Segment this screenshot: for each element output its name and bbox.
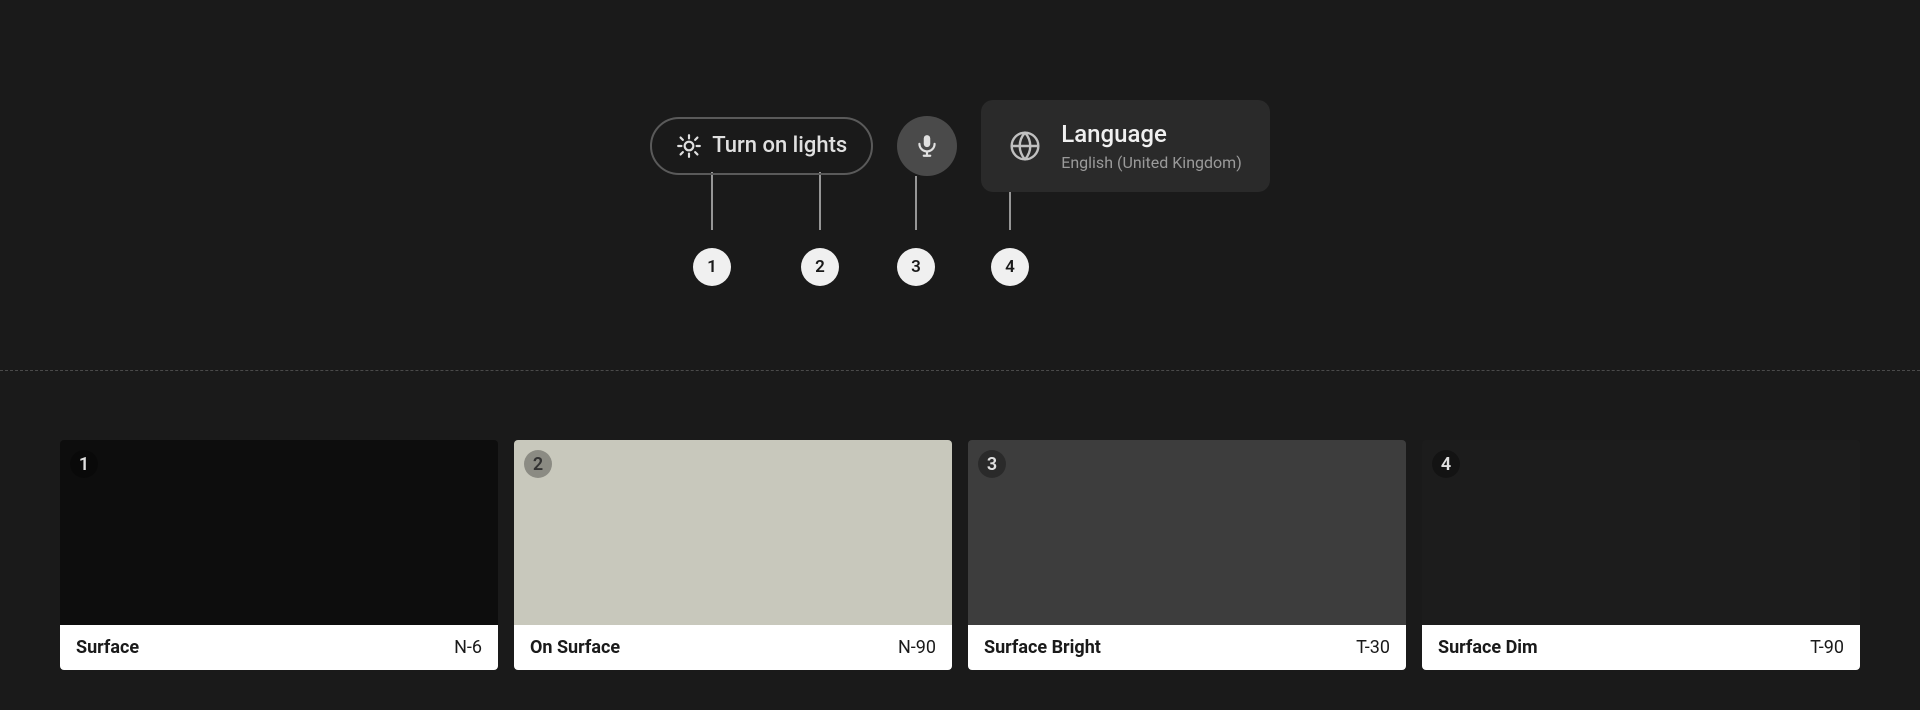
language-card: Language English (United Kingdom) bbox=[981, 100, 1270, 192]
annotation-4: 4 bbox=[991, 248, 1029, 286]
swatch-number-3: 3 bbox=[978, 450, 1006, 478]
swatch-number-2: 2 bbox=[524, 450, 552, 478]
microphone-icon bbox=[914, 133, 940, 159]
language-subtitle: English (United Kingdom) bbox=[1061, 153, 1242, 172]
sun-icon bbox=[676, 133, 702, 159]
swatch-name-surface-bright: Surface Bright bbox=[984, 637, 1101, 658]
swatch-name-on-surface: On Surface bbox=[530, 637, 620, 658]
swatch-name-surface: Surface bbox=[76, 637, 139, 658]
swatch-color-surface-dim bbox=[1422, 440, 1860, 625]
swatch-surface-bright: 3 Surface Bright T-30 bbox=[968, 440, 1406, 670]
swatch-number-4: 4 bbox=[1432, 450, 1460, 478]
top-section: Turn on lights Language English (United … bbox=[0, 0, 1920, 370]
swatch-surface: 1 Surface N-6 bbox=[60, 440, 498, 670]
swatch-surface-dim: 4 Surface Dim T-90 bbox=[1422, 440, 1860, 670]
swatch-number-1: 1 bbox=[70, 450, 98, 478]
swatch-label-surface: Surface N-6 bbox=[60, 625, 498, 670]
swatch-code-surface-dim: T-90 bbox=[1810, 637, 1844, 658]
swatch-code-surface-bright: T-30 bbox=[1356, 637, 1390, 658]
color-swatches-section: 1 Surface N-6 2 On Surface N-90 3 Surfac… bbox=[0, 400, 1920, 710]
swatch-code-surface: N-6 bbox=[454, 637, 482, 658]
globe-icon bbox=[1009, 130, 1041, 162]
swatch-label-on-surface: On Surface N-90 bbox=[514, 625, 952, 670]
swatch-code-on-surface: N-90 bbox=[898, 637, 936, 658]
swatch-label-surface-dim: Surface Dim T-90 bbox=[1422, 625, 1860, 670]
annotation-2: 2 bbox=[801, 248, 839, 286]
mic-button[interactable] bbox=[897, 116, 957, 176]
demo-elements: Turn on lights Language English (United … bbox=[650, 100, 1270, 192]
language-title: Language bbox=[1061, 120, 1242, 149]
light-chip[interactable]: Turn on lights bbox=[650, 117, 873, 175]
swatch-color-on-surface bbox=[514, 440, 952, 625]
swatch-name-surface-dim: Surface Dim bbox=[1438, 637, 1538, 658]
section-divider bbox=[0, 370, 1920, 371]
swatch-color-surface-bright bbox=[968, 440, 1406, 625]
language-text: Language English (United Kingdom) bbox=[1061, 120, 1242, 172]
swatch-label-surface-bright: Surface Bright T-30 bbox=[968, 625, 1406, 670]
annotation-1: 1 bbox=[693, 248, 731, 286]
chip-label: Turn on lights bbox=[712, 133, 847, 158]
swatch-on-surface: 2 On Surface N-90 bbox=[514, 440, 952, 670]
annotation-3: 3 bbox=[897, 248, 935, 286]
swatch-color-surface bbox=[60, 440, 498, 625]
